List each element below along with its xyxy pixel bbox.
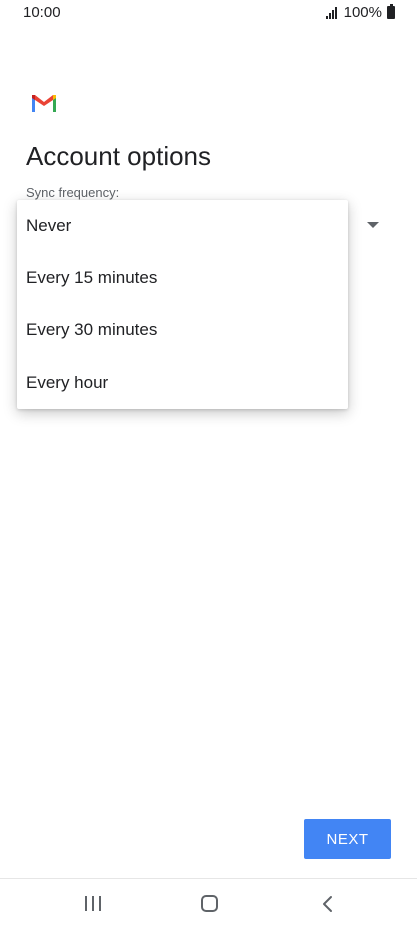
home-icon[interactable]: [201, 895, 218, 912]
signal-icon: [325, 6, 337, 19]
menu-item-never[interactable]: Never: [17, 200, 348, 252]
menu-item-every-30-minutes[interactable]: Every 30 minutes: [17, 304, 348, 356]
battery-percentage: 100%: [343, 4, 382, 21]
navigation-bar: [0, 879, 417, 930]
back-icon[interactable]: [320, 895, 336, 913]
gmail-logo-icon: [32, 95, 56, 112]
battery-icon: [387, 4, 395, 19]
page-title: Account options: [26, 141, 212, 171]
menu-item-every-15-minutes[interactable]: Every 15 minutes: [17, 252, 348, 304]
recent-apps-icon[interactable]: [85, 896, 101, 911]
dropdown-arrow-icon[interactable]: [367, 222, 379, 228]
status-time: 10:00: [23, 4, 61, 21]
sync-frequency-menu: Never Every 15 minutes Every 30 minutes …: [17, 200, 348, 409]
next-button[interactable]: NEXT: [304, 819, 391, 859]
status-bar: 10:00 100%: [0, 0, 417, 26]
sync-frequency-label: Sync frequency:: [26, 185, 120, 200]
menu-item-every-hour[interactable]: Every hour: [17, 357, 348, 409]
status-indicators: 100%: [325, 4, 395, 21]
